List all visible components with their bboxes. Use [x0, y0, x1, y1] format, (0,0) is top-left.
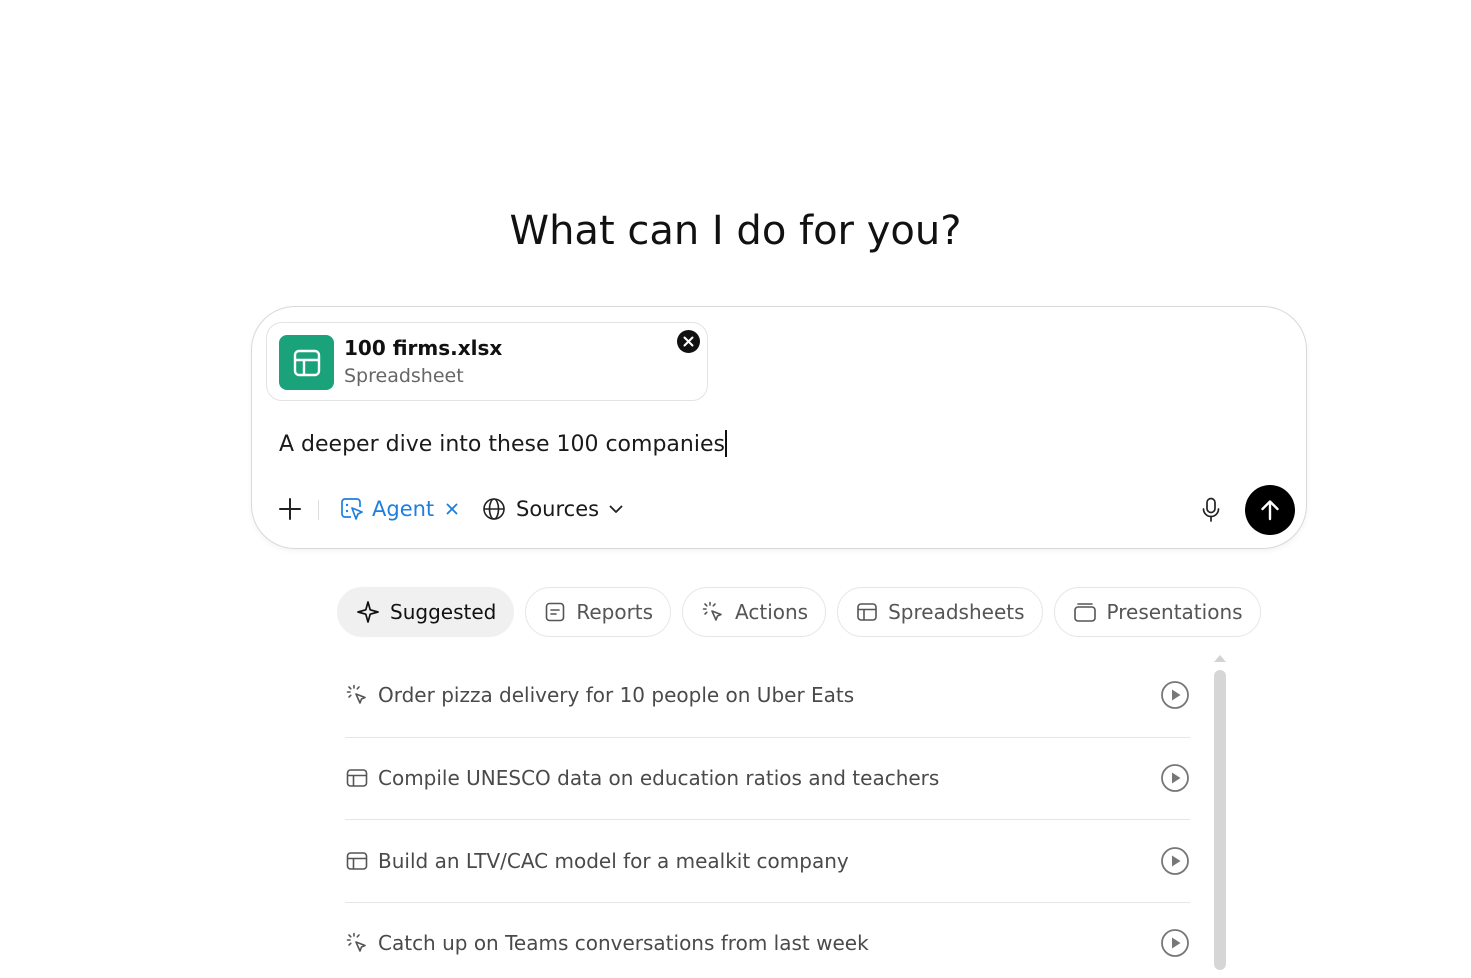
plus-icon	[279, 498, 301, 520]
cursor-click-icon	[345, 931, 369, 955]
sparkle-icon	[357, 601, 379, 623]
sources-label: Sources	[516, 497, 600, 521]
tab-reports[interactable]: Reports	[525, 587, 672, 637]
tab-suggested[interactable]: Suggested	[337, 587, 515, 637]
suggestion-text: Catch up on Teams conversations from las…	[378, 931, 869, 956]
microphone-button[interactable]	[1198, 496, 1224, 524]
slides-icon	[1073, 603, 1096, 622]
prompt-input-value: A deeper dive into these 100 companies	[279, 432, 725, 457]
tab-label: Presentations	[1106, 600, 1243, 624]
close-icon	[683, 336, 694, 347]
close-icon	[446, 503, 458, 515]
attachment-type: Spreadsheet	[344, 365, 464, 387]
spreadsheet-icon	[279, 335, 334, 390]
play-button[interactable]	[1160, 680, 1190, 710]
cursor-click-icon	[345, 683, 369, 707]
table-icon	[857, 603, 877, 621]
remove-agent-button[interactable]	[446, 503, 458, 515]
tab-presentations[interactable]: Presentations	[1053, 587, 1261, 637]
attachment-name: 100 firms.xlsx	[344, 336, 503, 360]
document-icon	[546, 602, 565, 622]
suggestion-item[interactable]: Compile UNESCO data on education ratios …	[345, 736, 1190, 820]
text-caret	[724, 430, 727, 457]
page: What can I do for you? 100 firms.xlsx Sp…	[0, 0, 1471, 978]
suggestion-list: Order pizza delivery for 10 people on Ub…	[345, 654, 1190, 978]
tab-label: Suggested	[390, 600, 497, 624]
tab-label: Spreadsheets	[888, 600, 1025, 624]
tab-actions[interactable]: Actions	[682, 587, 827, 637]
play-button[interactable]	[1160, 846, 1190, 876]
toolbar-divider	[318, 500, 319, 520]
globe-icon	[483, 498, 505, 520]
play-icon	[1161, 764, 1189, 793]
suggestion-text: Order pizza delivery for 10 people on Ub…	[378, 683, 855, 708]
remove-attachment-button[interactable]	[677, 330, 700, 353]
category-tabs: Suggested Reports Actions Spreadsheets P…	[337, 587, 1261, 637]
tab-label: Actions	[735, 600, 809, 624]
scroll-up-arrow[interactable]	[1214, 655, 1226, 662]
composer: 100 firms.xlsx Spreadsheet A deeper dive…	[251, 306, 1307, 549]
sources-dropdown[interactable]: Sources	[482, 495, 623, 523]
scrollbar-thumb[interactable]	[1214, 670, 1226, 970]
play-icon	[1161, 929, 1189, 958]
cursor-click-icon	[702, 601, 722, 621]
play-icon	[1161, 681, 1189, 710]
play-button[interactable]	[1160, 928, 1190, 958]
agent-cursor-icon	[341, 498, 363, 520]
tab-label: Reports	[576, 600, 654, 624]
table-icon	[345, 849, 369, 873]
suggestion-item[interactable]: Catch up on Teams conversations from las…	[345, 901, 1190, 978]
play-icon	[1161, 846, 1189, 875]
page-title: What can I do for you?	[509, 208, 962, 254]
chevron-down-icon	[609, 505, 623, 513]
tab-spreadsheets[interactable]: Spreadsheets	[837, 587, 1043, 637]
suggestion-text: Compile UNESCO data on education ratios …	[378, 766, 940, 791]
suggestion-item[interactable]: Order pizza delivery for 10 people on Ub…	[345, 654, 1190, 737]
agent-label: Agent	[372, 497, 435, 521]
microphone-icon	[1202, 497, 1220, 522]
add-button[interactable]	[276, 495, 304, 523]
table-icon	[345, 766, 369, 790]
prompt-input[interactable]: A deeper dive into these 100 companies	[279, 430, 727, 457]
play-button[interactable]	[1160, 763, 1190, 793]
attachment-chip[interactable]: 100 firms.xlsx Spreadsheet	[266, 322, 708, 401]
suggestion-text: Build an LTV/CAC model for a mealkit com…	[378, 848, 849, 873]
send-button[interactable]	[1245, 485, 1295, 535]
arrow-up-icon	[1261, 500, 1279, 521]
suggestion-item[interactable]: Build an LTV/CAC model for a mealkit com…	[345, 819, 1190, 902]
agent-mode-chip[interactable]: Agent	[340, 495, 458, 523]
